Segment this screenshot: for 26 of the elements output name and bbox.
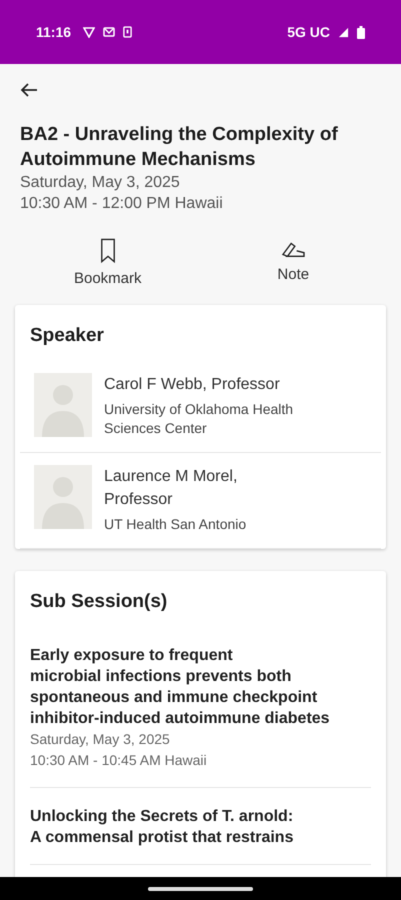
bookmark-icon xyxy=(100,238,116,264)
avatar-silhouette-icon xyxy=(34,373,92,437)
sub-session-title[interactable]: Unlocking the Secrets of T. arnold: A commensal protist that restrains xyxy=(30,806,371,848)
note-button[interactable]: Note xyxy=(200,234,386,291)
mail-icon xyxy=(103,26,116,38)
phone-icon xyxy=(123,26,132,38)
session-time: 10:30 AM - 12:00 PM Hawaii xyxy=(19,194,224,214)
network-label: 5G UC xyxy=(287,24,330,40)
home-handle[interactable] xyxy=(148,886,253,890)
bookmark-button[interactable]: Bookmark xyxy=(15,234,200,291)
sub-session-time: 10:30 AM - 10:45 AM Hawaii xyxy=(30,751,208,770)
card-heading: Sub Session(s) xyxy=(30,590,168,614)
speaker-name[interactable]: Carol F Webb, Professor xyxy=(104,373,329,396)
avatar-silhouette-icon xyxy=(34,465,92,529)
speaker-name[interactable]: Laurence M Morel, Professor xyxy=(104,465,246,511)
sub-session-title[interactable]: Early exposure to frequent microbial infections prevents both spontaneous and immune checkpoint inhibitor-induced autoimmune diabetes xyxy=(30,645,371,729)
speaker-affiliation: UT Health San Antonio xyxy=(104,515,246,534)
sub-session-date: Saturday, May 3, 2025 xyxy=(30,730,171,749)
session-title: BA2 - Unraveling the Complexity of Autoimmune Mechanisms xyxy=(19,123,339,172)
signal-icon xyxy=(338,26,349,38)
clock-time: 11:16 xyxy=(36,24,72,40)
battery-icon xyxy=(357,26,365,38)
back-arrow-icon[interactable] xyxy=(20,82,38,98)
card-heading: Speaker xyxy=(30,324,105,348)
session-date: Saturday, May 3, 2025 xyxy=(19,173,181,193)
speaker-affiliation: University of Oklahoma Health Sciences Center xyxy=(104,400,294,438)
